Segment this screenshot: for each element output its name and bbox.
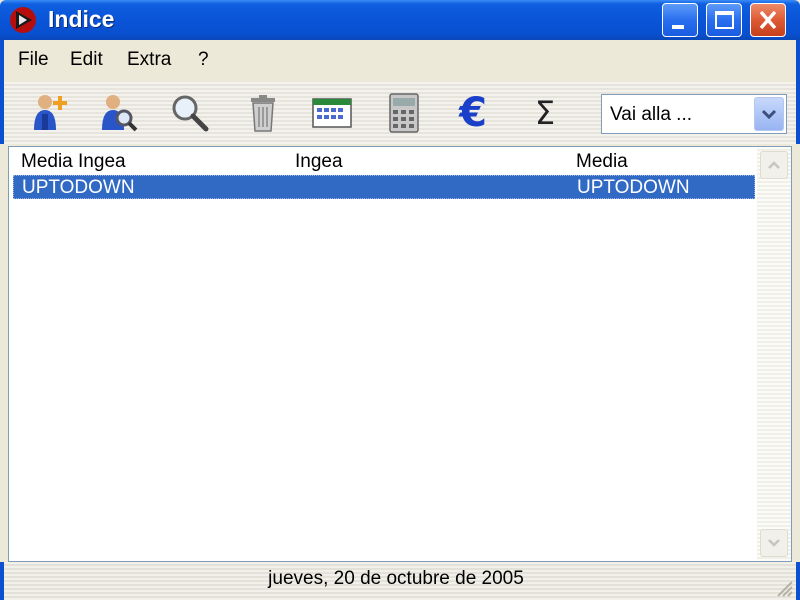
calendar-icon [312,98,352,128]
add-user-icon [34,95,67,130]
column-header-ingea[interactable]: Ingea [295,151,343,173]
chevron-up-icon [768,161,780,169]
maximize-icon [715,11,734,29]
menu-edit[interactable]: Edit [70,49,103,71]
list-header: Media Ingea Ingea Media [9,149,759,175]
euro-button[interactable]: € [450,90,496,136]
goto-dropdown[interactable]: Vai alla ... [601,94,787,134]
sigma-icon: Σ [534,94,556,132]
scroll-up-button[interactable] [760,151,788,179]
scroll-down-button[interactable] [760,529,788,557]
calculator-icon [389,93,419,133]
column-header-media[interactable]: Media [576,151,628,173]
cell-media-ingea: UPTODOWN [22,177,135,198]
status-bar: jueves, 20 de octubre de 2005 [0,562,800,600]
sum-button[interactable]: Σ [522,90,568,136]
cell-media: UPTODOWN [577,177,690,198]
status-date: jueves, 20 de octubre de 2005 [268,568,524,589]
euro-icon: € [459,90,487,136]
dropdown-arrow-button[interactable] [754,97,784,131]
list-view[interactable]: Media Ingea Ingea Media UPTODOWN UPTODOW… [8,146,792,562]
toolbar: € Σ Vai alla ... [0,82,800,144]
search-user-icon [102,95,138,132]
app-icon [10,7,36,33]
menu-file[interactable]: File [18,49,49,71]
close-button[interactable] [750,3,786,37]
search-user-button[interactable] [96,90,142,136]
menu-extra[interactable]: Extra [127,49,171,71]
maximize-button[interactable] [706,3,742,37]
minimize-button[interactable] [662,3,698,37]
resize-grip-icon[interactable] [774,578,794,598]
menu-help[interactable]: ? [198,49,209,71]
trash-icon [251,95,275,132]
add-user-button[interactable] [28,90,74,136]
chevron-down-icon [768,539,780,547]
close-icon [759,10,777,30]
minimize-icon [672,25,684,29]
goto-dropdown-value: Vai alla ... [610,104,693,125]
window-title: Indice [48,6,115,32]
delete-button[interactable] [240,90,286,136]
magnifier-icon [172,95,209,132]
title-bar[interactable]: Indice [0,0,800,40]
vertical-scrollbar[interactable] [757,147,791,561]
menu-bar: File Edit Extra ? [0,40,800,82]
column-header-media-ingea[interactable]: Media Ingea [21,151,126,173]
list-row[interactable]: UPTODOWN UPTODOWN [13,175,755,199]
search-button[interactable] [166,90,212,136]
chevron-down-icon [761,109,777,120]
calendar-button[interactable] [309,90,355,136]
calculator-button[interactable] [381,90,427,136]
